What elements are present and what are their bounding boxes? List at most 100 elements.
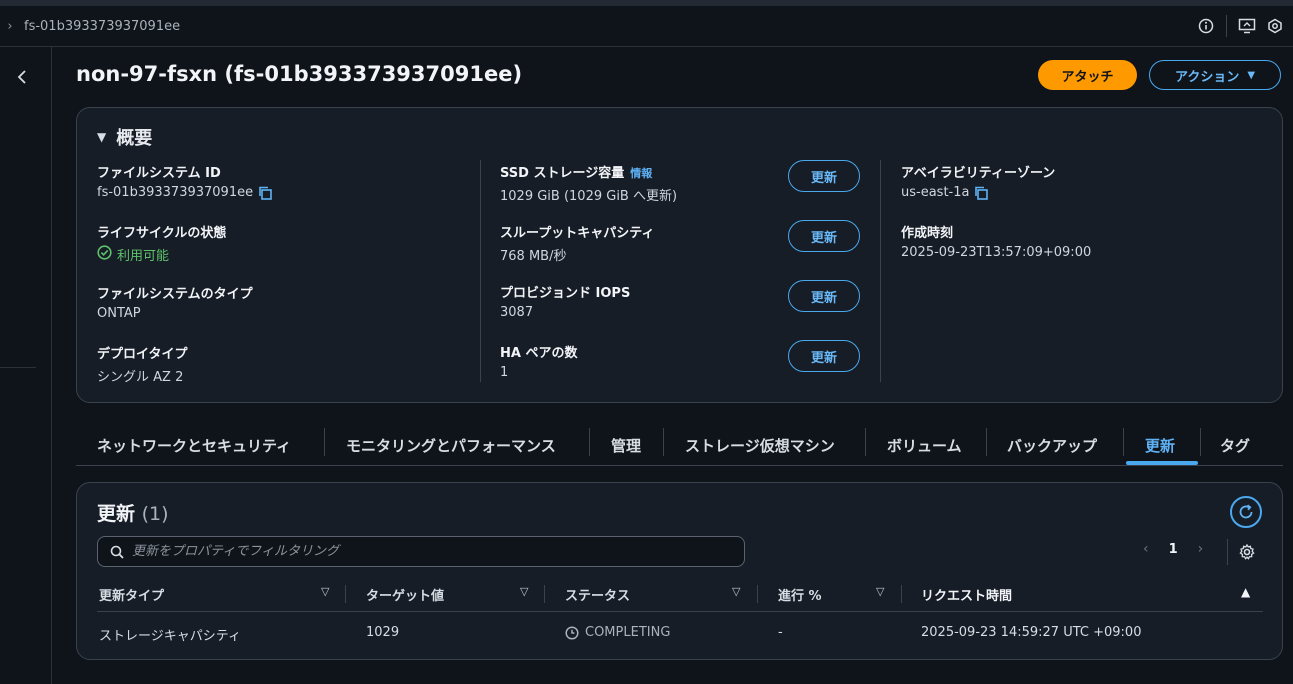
- field-label: プロビジョンド IOPS: [500, 286, 631, 301]
- updates-count: (1): [141, 503, 169, 525]
- overview-header[interactable]: ▼ 概要: [97, 124, 152, 150]
- tab-volumes[interactable]: ボリューム: [887, 430, 962, 460]
- search-input[interactable]: [132, 544, 712, 559]
- tab-svm[interactable]: ストレージ仮想マシン: [685, 430, 835, 460]
- collapse-triangle-icon: ▼: [97, 130, 107, 144]
- update-throughput-button[interactable]: 更新: [788, 220, 860, 252]
- column-header-target[interactable]: ターゲット値: [366, 585, 444, 604]
- field-filesystem-type: ファイルシステムのタイプ ONTAP: [97, 283, 253, 321]
- info-icon[interactable]: [1192, 15, 1220, 37]
- check-circle-icon: [97, 245, 112, 264]
- refresh-icon: [1239, 504, 1253, 519]
- current-page[interactable]: 1: [1169, 542, 1178, 557]
- status-value: 利用可能: [117, 249, 170, 264]
- tab-divider: [663, 428, 664, 456]
- cell-target: 1029: [366, 625, 400, 640]
- tab-network-security[interactable]: ネットワークとセキュリティ: [97, 430, 291, 460]
- active-tab-indicator: [1126, 461, 1198, 465]
- column-header-progress[interactable]: 進行 %: [778, 585, 822, 604]
- page-title: non-97-fsxn (fs-01b393373937091ee): [76, 62, 523, 86]
- tab-divider: [1200, 428, 1201, 456]
- field-label: SSD ストレージ容量: [500, 166, 625, 181]
- tab-divider: [1123, 428, 1124, 456]
- column-divider[interactable]: [345, 585, 346, 603]
- field-value: fs-01b393373937091ee: [97, 185, 254, 200]
- field-iops: プロビジョンド IOPS 3087: [500, 282, 630, 320]
- field-value: 1029 GiB (1029 GiB へ更新): [500, 189, 678, 204]
- field-label: 作成時刻: [901, 226, 954, 241]
- field-label: ファイルシステム ID: [97, 166, 221, 181]
- divider: [0, 367, 36, 368]
- field-created-time: 作成時刻 2025-09-23T13:57:09+09:00: [901, 222, 1091, 260]
- search-icon: [110, 545, 124, 559]
- filter-search-box[interactable]: [97, 536, 745, 567]
- tab-monitoring[interactable]: モニタリングとパフォーマンス: [346, 430, 556, 460]
- attach-button[interactable]: アタッチ: [1038, 60, 1137, 90]
- tab-updates[interactable]: 更新: [1145, 430, 1175, 460]
- tab-divider: [865, 428, 866, 456]
- field-label: スループットキャパシティ: [500, 226, 655, 241]
- gear-icon[interactable]: [1238, 543, 1256, 561]
- actions-label: アクション: [1174, 69, 1240, 85]
- column-header-update-type[interactable]: 更新タイプ: [99, 585, 164, 604]
- update-iops-button[interactable]: 更新: [788, 280, 860, 312]
- cell-status: COMPLETING: [565, 625, 670, 640]
- update-ssd-button[interactable]: 更新: [788, 160, 860, 192]
- tab-divider: [986, 428, 987, 456]
- field-throughput: スループットキャパシティ 768 MB/秒: [500, 222, 654, 264]
- next-page-icon[interactable]: ›: [1198, 541, 1204, 557]
- tab-tags[interactable]: タグ: [1220, 430, 1250, 460]
- field-label: アベイラビリティーゾーン: [901, 166, 1056, 181]
- chevron-left-icon[interactable]: [12, 67, 32, 87]
- field-value: 3087: [500, 305, 534, 320]
- field-label: デプロイタイプ: [97, 347, 188, 362]
- column-divider[interactable]: [901, 585, 902, 603]
- column-header-request-time[interactable]: リクエスト時間: [921, 585, 1012, 604]
- column-filter-icon[interactable]: ▽: [520, 585, 528, 598]
- refresh-button[interactable]: [1230, 496, 1262, 528]
- tab-management[interactable]: 管理: [611, 430, 641, 460]
- column-filter-icon[interactable]: ▽: [321, 585, 329, 598]
- field-value: ONTAP: [97, 306, 141, 321]
- divider: [1227, 539, 1228, 565]
- info-link[interactable]: 情報: [630, 167, 652, 180]
- update-ha-button[interactable]: 更新: [788, 340, 860, 372]
- field-value: 1: [500, 365, 509, 380]
- copy-icon[interactable]: [974, 186, 989, 200]
- clock-icon: [565, 625, 579, 640]
- updates-heading: 更新 (1): [97, 499, 169, 526]
- cell-request-time: 2025-09-23 14:59:27 UTC +09:00: [921, 625, 1142, 640]
- column-divider: [880, 160, 881, 382]
- field-filesystem-id: ファイルシステム ID fs-01b393373937091ee: [97, 162, 272, 200]
- field-lifecycle: ライフサイクルの状態 利用可能: [97, 222, 226, 264]
- prev-page-icon[interactable]: ‹: [1143, 541, 1149, 557]
- updates-panel: 更新 (1) ‹ 1 › 更新タイプ ▽ ターゲット値 ▽ ステータス ▽ 進行…: [76, 482, 1283, 660]
- field-value: 768 MB/秒: [500, 249, 567, 264]
- tab-bar: ネットワークとセキュリティ モニタリングとパフォーマンス 管理 ストレージ仮想マ…: [76, 422, 1283, 466]
- field-deploy-type: デプロイタイプ シングル AZ 2: [97, 343, 187, 385]
- updates-title: 更新: [97, 503, 136, 525]
- expand-chevron-icon[interactable]: ›: [0, 19, 20, 34]
- column-divider[interactable]: [757, 585, 758, 603]
- display-icon[interactable]: [1233, 15, 1261, 37]
- column-header-status[interactable]: ステータス: [565, 585, 630, 604]
- field-ssd-capacity: SSD ストレージ容量 情報 1029 GiB (1029 GiB へ更新): [500, 162, 677, 204]
- field-ha-pairs: HA ペアの数 1: [500, 342, 577, 380]
- column-divider: [480, 160, 481, 382]
- cell-progress: -: [778, 625, 783, 640]
- column-filter-icon[interactable]: ▽: [876, 585, 884, 598]
- sort-ascending-icon[interactable]: ▲: [1241, 585, 1250, 599]
- column-filter-icon[interactable]: ▽: [732, 585, 740, 598]
- tab-divider: [589, 428, 590, 456]
- copy-icon[interactable]: [258, 186, 272, 200]
- caret-down-icon: ▼: [1247, 69, 1256, 81]
- settings-hex-icon[interactable]: [1261, 15, 1289, 37]
- actions-dropdown-button[interactable]: アクション ▼: [1149, 60, 1281, 90]
- overview-panel: ▼ 概要 ファイルシステム ID fs-01b393373937091ee ライ…: [76, 107, 1283, 403]
- field-label: ライフサイクルの状態: [97, 226, 227, 241]
- tab-backups[interactable]: バックアップ: [1007, 430, 1097, 460]
- status-text: COMPLETING: [585, 625, 671, 640]
- column-divider[interactable]: [544, 585, 545, 603]
- field-label: HA ペアの数: [500, 346, 578, 361]
- table-header-row: 更新タイプ ▽ ターゲット値 ▽ ステータス ▽ 進行 % ▽ リクエスト時間 …: [97, 581, 1263, 612]
